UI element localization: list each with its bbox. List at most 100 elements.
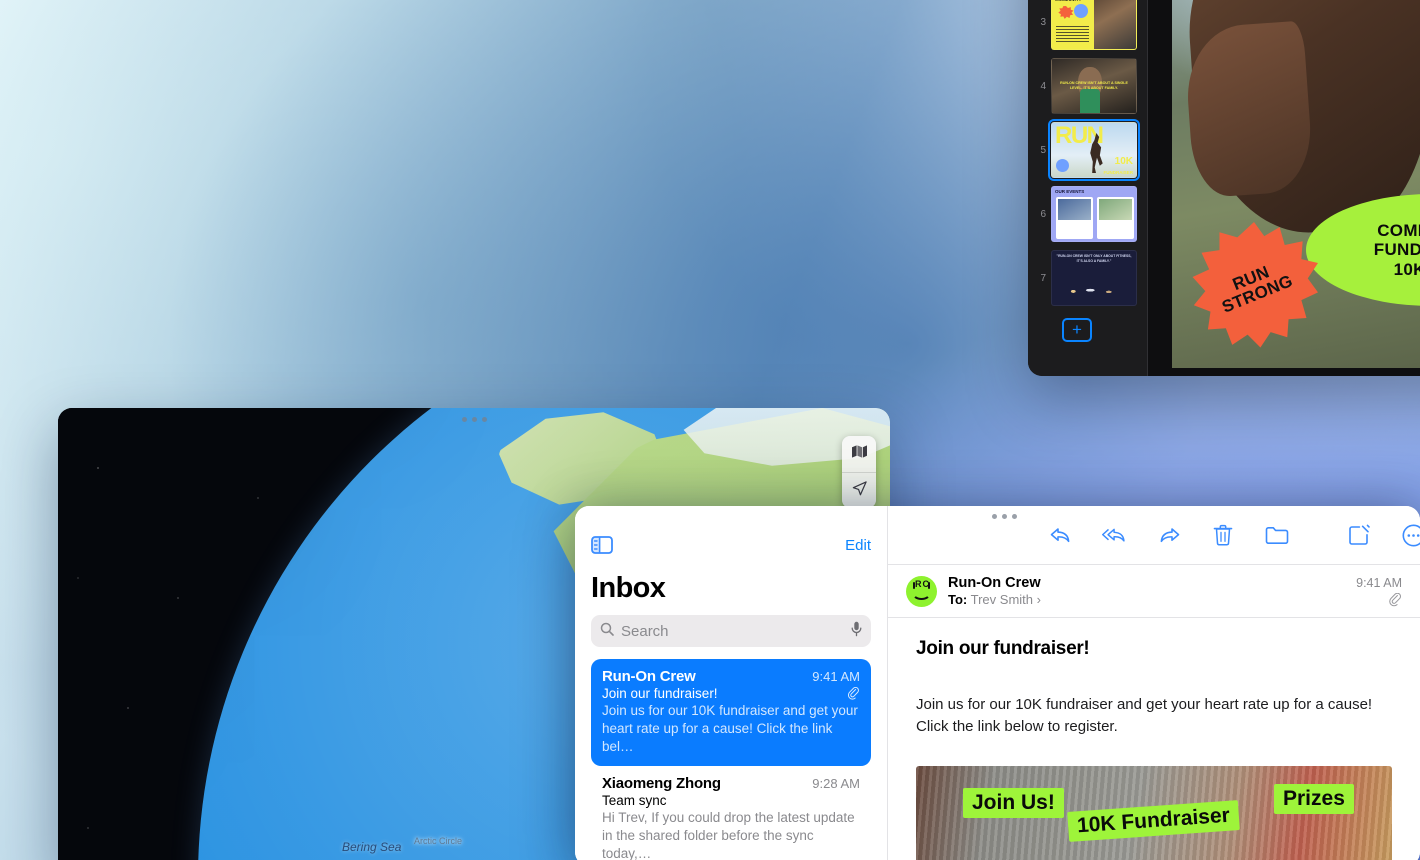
banner-tag-prizes: Prizes (1274, 783, 1354, 814)
slide-thumbnail-item[interactable]: 7 "RUN-ON CREW ISN'T ONLY ABOUT FITNESS,… (1036, 250, 1141, 306)
slide-thumbnail-10k: 10K (1114, 156, 1133, 167)
microphone-icon[interactable] (851, 621, 862, 642)
slide-thumbnail-fundraiser: FUNDRAISER (1103, 170, 1133, 175)
mail-time: 9:41 AM (812, 669, 860, 684)
grabber-dot (1012, 514, 1017, 519)
mail-sender: Xiaomeng Zhong (602, 774, 721, 792)
slide-thumbnail-caption: "RUN-ON CREW ISN'T ONLY ABOUT FITNESS, I… (1056, 254, 1132, 264)
detail-timestamp: 9:41 AM (1356, 576, 1402, 590)
event-card-right (1097, 197, 1134, 239)
reply-button[interactable] (1048, 522, 1074, 548)
edit-button[interactable]: Edit (845, 537, 871, 554)
paperclip-icon (1389, 592, 1402, 611)
mail-preview: Join us for our 10K fundraiser and get y… (602, 703, 858, 755)
mail-window-grabber[interactable] (888, 514, 1420, 519)
keynote-slide-canvas[interactable]: R C COMMUNITY FUNDRAISER 10K RUN RUNSTRO… (1148, 0, 1420, 376)
slide-thumbnail-item[interactable]: 3 COMMUNITY (1036, 0, 1141, 50)
slide-thumbnail-caption: COMMUNITY (1055, 0, 1081, 2)
slide-thumbnail-6[interactable]: OUR EVENTS (1051, 186, 1137, 242)
search-placeholder: Search (621, 622, 669, 640)
event-card-left (1056, 197, 1093, 239)
avatar[interactable]: RC (906, 575, 937, 607)
text-lines-placeholder (1056, 26, 1089, 44)
map-label-arctic-circle-left: Arctic Circle (414, 836, 463, 846)
to-label: To: (948, 592, 968, 607)
slide-number: 3 (1040, 16, 1046, 28)
slide-thumbnail-4[interactable]: RUN-ON CREW ISN'T ABOUT A SINGLE LEVEL. … (1051, 58, 1137, 114)
mail-list-item-selected[interactable]: Run-On Crew 9:41 AM Join our fundraiser!… (591, 659, 871, 766)
mail-body-text: Join us for our 10K fundraiser and get y… (916, 696, 1373, 735)
grabber-dot (481, 417, 487, 422)
mail-message-list-pane[interactable]: Edit Inbox Search Run-On Crew 9:41 AM Jo… (575, 506, 888, 860)
detail-recipient-line[interactable]: To: Trev Smith › (948, 592, 1041, 607)
sidebar-toggle-icon[interactable] (591, 536, 613, 554)
navigation-arrow-icon (851, 480, 868, 502)
search-input[interactable]: Search (591, 615, 871, 647)
slide-thumbnail-5[interactable]: RUN 10K FUNDRAISER (1048, 119, 1140, 181)
keynote-window[interactable]: 3 COMMUNITY 4 RUN-ON CREW ISN'T ABOUT A … (1028, 0, 1420, 376)
mail-preview: Hi Trev, If you could drop the latest up… (602, 809, 855, 860)
search-icon (600, 622, 614, 641)
recipient-name: Trev Smith (970, 592, 1033, 607)
forward-button[interactable] (1156, 522, 1182, 548)
mail-body: Join our fundraiser! Join us for our 10K… (888, 618, 1420, 860)
location-button[interactable] (842, 472, 876, 508)
more-button[interactable] (1400, 522, 1420, 548)
sender-info: Run-On Crew To: Trev Smith › (948, 575, 1041, 607)
slide-thumbnail-item[interactable]: 5 RUN 10K FUNDRAISER (1036, 119, 1141, 181)
run-strong-starburst-badge: RUN STRONG (1192, 222, 1318, 348)
mail-time: 9:28 AM (812, 775, 860, 791)
map-icon (851, 444, 868, 464)
move-to-folder-button[interactable] (1264, 522, 1290, 548)
starburst-label: RUN STRONG (1213, 256, 1295, 317)
maps-window-grabber[interactable] (58, 417, 890, 422)
smiley-badge-icon (1074, 4, 1088, 18)
mail-subject: Join our fundraiser! (602, 686, 718, 701)
slide-artwork: R C COMMUNITY FUNDRAISER 10K RUN RUNSTRO… (1172, 0, 1420, 368)
map-type-button[interactable] (842, 436, 876, 472)
mail-detail-pane[interactable]: RC Run-On Crew To: Trev Smith › 9:41 AM … (888, 506, 1420, 860)
page-title: Inbox (591, 572, 666, 604)
fundraiser-banner-image[interactable]: Join Us! 10K Fundraiser Prizes (916, 765, 1392, 860)
slide-thumbnail-item[interactable]: 6 OUR EVENTS (1036, 186, 1141, 242)
map-label-bering-sea: Bering Sea (342, 840, 402, 854)
reply-all-button[interactable] (1102, 522, 1128, 548)
compose-button[interactable] (1346, 522, 1372, 548)
delete-button[interactable] (1210, 522, 1236, 548)
slide-number: 4 (1040, 80, 1046, 92)
slide-number: 7 (1040, 272, 1046, 284)
grabber-dot (461, 417, 467, 422)
grabber-dot (992, 514, 997, 519)
badge-line-2: FUNDRAISER (1373, 240, 1420, 260)
mail-row-top: Run-On Crew 9:41 AM (602, 668, 860, 685)
starburst-shape-icon (1058, 6, 1074, 19)
badge-line-3: 10K RUN (1393, 259, 1420, 279)
slide-number: 5 (1040, 144, 1046, 156)
smiley-badge-icon (1056, 159, 1069, 172)
slide-thumbnail-3[interactable]: COMMUNITY (1051, 0, 1137, 50)
banner-tag-10k-fundraiser: 10K Fundraiser (1067, 799, 1240, 842)
map-controls[interactable] (842, 436, 876, 508)
mail-window[interactable]: Edit Inbox Search Run-On Crew 9:41 AM Jo… (575, 506, 1420, 860)
slide-thumbnail-caption: OUR EVENTS (1055, 189, 1085, 194)
add-slide-button[interactable]: + (1062, 318, 1092, 342)
smiley-face-icon (912, 581, 931, 600)
chevron-right-icon: › (1036, 592, 1041, 607)
grabber-dot (1002, 514, 1007, 519)
mail-row-top: Xiaomeng Zhong 9:28 AM (602, 775, 860, 792)
mail-sender: Run-On Crew (602, 668, 696, 685)
paperclip-icon (847, 686, 860, 704)
slide-thumbnail-7[interactable]: "RUN-ON CREW ISN'T ONLY ABOUT FITNESS, I… (1051, 250, 1137, 306)
grabber-dot (471, 417, 477, 422)
slide-thumbnail-item[interactable]: 4 RUN-ON CREW ISN'T ABOUT A SINGLE LEVEL… (1036, 58, 1141, 114)
runner-top-shape (1080, 89, 1100, 113)
banner-tag-join-us: Join Us! (963, 787, 1064, 818)
slide-number: 6 (1040, 208, 1046, 220)
mail-list-header: Edit (591, 506, 871, 554)
crowd-photo (1057, 277, 1131, 301)
mail-detail-header: RC Run-On Crew To: Trev Smith › 9:41 AM (888, 564, 1420, 618)
mail-list-item[interactable]: Xiaomeng Zhong 9:28 AM Team sync Hi Trev… (591, 766, 871, 860)
badge-line-1: COMMUNITY (1377, 221, 1420, 241)
mail-subject: Team sync (602, 792, 667, 808)
keynote-slide-navigator[interactable]: 3 COMMUNITY 4 RUN-ON CREW ISN'T ABOUT A … (1028, 0, 1148, 376)
